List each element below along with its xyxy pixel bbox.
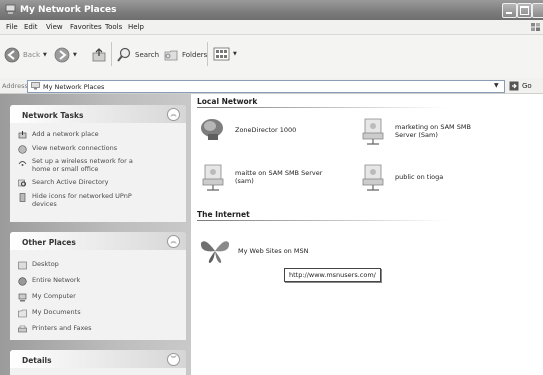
- printer-icon: [18, 325, 27, 333]
- other-places-panel: Other Places ︽ Desktop Entire Network My…: [10, 232, 186, 340]
- local-network-group-title: Local Network: [197, 97, 258, 106]
- collapse-icon[interactable]: ︽: [167, 108, 180, 121]
- collapse-icon[interactable]: ︽: [167, 235, 180, 248]
- menu-tools[interactable]: Tools: [105, 23, 122, 31]
- internet-item-msn-web-sites[interactable]: My Web Sites on MSN: [200, 237, 308, 265]
- views-button[interactable]: ▼: [213, 47, 237, 61]
- network-share-icon: [362, 118, 384, 145]
- go-button[interactable]: Go: [509, 80, 543, 91]
- details-panel: Details ︾: [10, 350, 186, 375]
- back-button[interactable]: Back ▼: [4, 47, 47, 63]
- menu-help[interactable]: Help: [128, 23, 144, 31]
- address-value: My Network Places: [43, 83, 105, 91]
- network-item-marketing-share[interactable]: marketing on SAM SMB Server (Sam): [359, 116, 485, 146]
- url-tooltip: http://www.msnusers.com/: [284, 268, 381, 282]
- chevron-down-icon: ▼: [73, 52, 77, 58]
- up-folder-icon: [92, 48, 106, 62]
- task-pane: Network Tasks ︽ Add a network place View…: [0, 94, 191, 375]
- search-button[interactable]: Search: [116, 47, 159, 63]
- folders-button[interactable]: Folders: [163, 47, 207, 63]
- task-hide-upnp-icons[interactable]: Hide icons for networked UPnP devices: [18, 192, 138, 208]
- folders-label: Folders: [182, 51, 208, 59]
- up-folder-button[interactable]: [92, 47, 106, 63]
- msn-butterfly-icon: [200, 241, 230, 263]
- network-device-icon: [201, 119, 223, 140]
- desktop-icon: [18, 261, 27, 270]
- address-bar: Address My Network Places ▼ Go: [0, 78, 543, 94]
- search-icon: [117, 47, 131, 62]
- menu-favorites[interactable]: Favorites: [70, 23, 102, 31]
- my-documents-icon: [18, 309, 27, 318]
- network-share-icon: [202, 164, 224, 191]
- upnp-device-icon: [19, 193, 26, 202]
- network-connections-icon: [18, 145, 27, 154]
- task-add-network-place[interactable]: Add a network place: [18, 130, 99, 140]
- place-printers-faxes[interactable]: Printers and Faxes: [18, 324, 92, 334]
- internet-group-title: The Internet: [197, 210, 250, 219]
- place-entire-network[interactable]: Entire Network: [18, 276, 80, 286]
- back-arrow-icon: [4, 47, 20, 63]
- title-bar: My Network Places: [0, 0, 543, 20]
- network-item-maitte-share[interactable]: maitte on SAM SMB Server (sam): [199, 162, 325, 192]
- network-tasks-panel: Network Tasks ︽ Add a network place View…: [10, 105, 186, 222]
- chevron-down-icon: ▼: [233, 51, 237, 57]
- other-places-header[interactable]: Other Places ︽: [10, 232, 186, 250]
- address-input[interactable]: My Network Places ▼: [27, 80, 505, 93]
- menu-view[interactable]: View: [46, 23, 63, 31]
- menu-file[interactable]: File: [6, 23, 18, 31]
- folders-icon: [164, 50, 178, 61]
- other-places-title: Other Places: [22, 238, 76, 247]
- my-computer-icon: [18, 293, 27, 302]
- add-network-place-icon: [18, 131, 27, 139]
- network-tasks-title: Network Tasks: [22, 111, 84, 120]
- place-desktop[interactable]: Desktop: [18, 260, 59, 270]
- forward-arrow-icon: [54, 47, 70, 63]
- window-title: My Network Places: [20, 5, 117, 15]
- network-item-public-share[interactable]: public on tioga: [359, 162, 443, 192]
- address-dropdown-icon[interactable]: ▼: [494, 82, 502, 90]
- task-search-directory[interactable]: Search Active Directory: [18, 178, 109, 188]
- search-label: Search: [135, 51, 160, 59]
- wireless-network-icon: [18, 161, 27, 166]
- windows-logo-icon: [531, 23, 540, 31]
- close-button[interactable]: [532, 3, 543, 18]
- place-my-computer[interactable]: My Computer: [18, 292, 76, 302]
- go-label: Go: [522, 81, 532, 90]
- expand-icon[interactable]: ︾: [167, 353, 180, 366]
- search-directory-icon: [18, 179, 26, 187]
- address-label: Address: [2, 82, 28, 90]
- details-title: Details: [22, 356, 52, 365]
- task-wireless-setup[interactable]: Set up a wireless network for a home or …: [18, 157, 138, 173]
- network-tasks-header[interactable]: Network Tasks ︽: [10, 105, 186, 123]
- details-header[interactable]: Details ︾: [10, 350, 186, 368]
- views-icon: [213, 47, 230, 61]
- toolbar: Back ▼ ▼ Search Folders ▼: [0, 35, 543, 79]
- forward-button[interactable]: ▼: [54, 47, 77, 63]
- chevron-down-icon: ▼: [43, 52, 47, 58]
- network-share-icon: [362, 164, 384, 191]
- menu-bar: File Edit View Favorites Tools Help: [0, 20, 543, 35]
- minimize-button[interactable]: [502, 3, 517, 18]
- menu-edit[interactable]: Edit: [24, 23, 38, 31]
- network-places-icon: [5, 4, 16, 14]
- maximize-button[interactable]: [517, 3, 532, 18]
- go-arrow-icon: [509, 81, 519, 90]
- entire-network-icon: [18, 277, 27, 286]
- task-view-connections[interactable]: View network connections: [18, 144, 117, 154]
- place-my-documents[interactable]: My Documents: [18, 308, 81, 318]
- network-places-icon: [31, 82, 40, 90]
- network-item-zonedirector[interactable]: ZoneDirector 1000: [199, 116, 296, 144]
- back-label: Back: [23, 51, 40, 59]
